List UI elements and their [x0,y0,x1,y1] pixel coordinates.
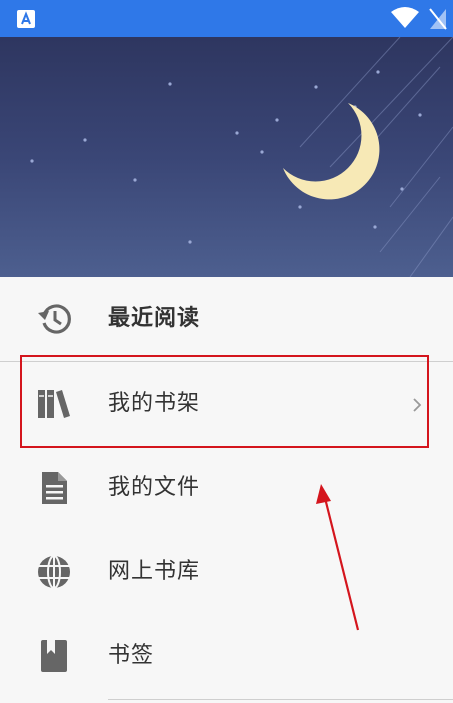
moon-icon [283,103,380,200]
menu-item-label: 书签 [108,643,155,668]
divider [108,699,453,700]
menu-item-label: 我的文件 [108,475,201,500]
drawer-header-night-sky [0,37,453,277]
app-notification-icon [17,10,35,28]
wifi-icon [391,7,419,28]
history-icon [38,304,71,334]
status-bar [0,0,453,37]
menu-item-label: 最近阅读 [108,306,201,331]
night-sky-illustration [30,37,453,277]
menu-item-recent-reading[interactable]: 最近阅读 [0,277,453,362]
no-signal-icon [429,8,447,30]
globe-icon [38,555,70,589]
annotation-arrow [316,484,360,631]
menu-item-label: 网上书库 [108,559,201,584]
highlight-annotation-box [20,355,429,448]
file-icon [42,472,67,504]
bookmark-icon [41,640,67,672]
